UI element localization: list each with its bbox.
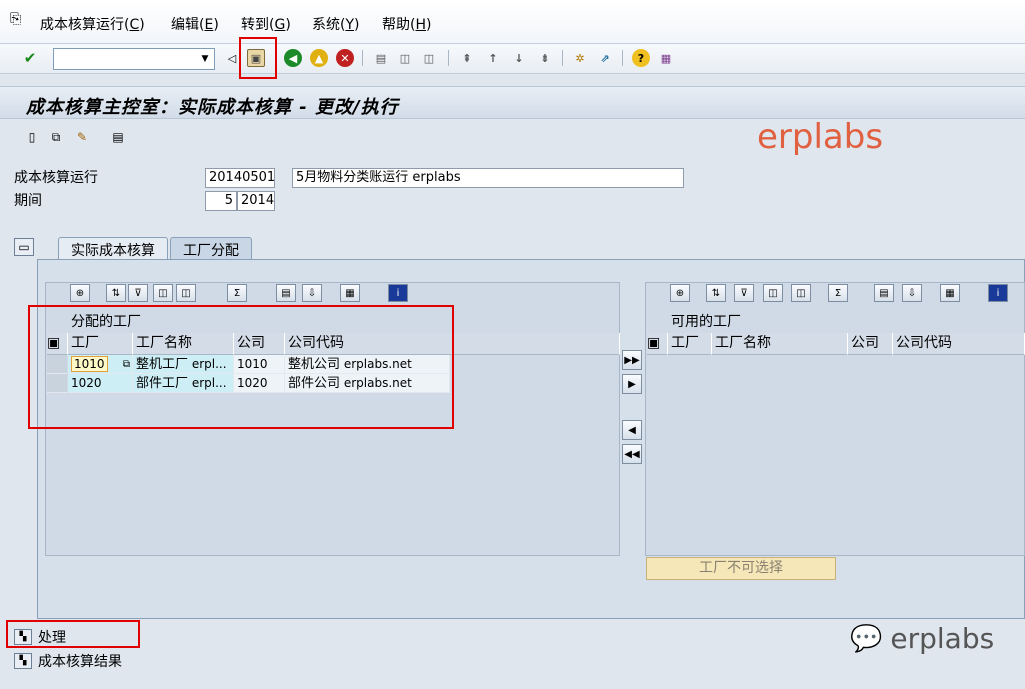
print-icon[interactable]: ▤ — [372, 49, 390, 67]
enter-icon[interactable]: ✔ — [21, 49, 39, 67]
sort-icon[interactable]: ⇅ — [706, 284, 726, 302]
move-right-icon[interactable]: ▶ — [622, 374, 642, 394]
display-icon[interactable]: ▤ — [110, 129, 126, 145]
col-plant[interactable]: 工厂 — [668, 333, 712, 355]
separator — [622, 50, 623, 66]
last-page-icon[interactable]: ⇟ — [536, 49, 554, 67]
print-icon[interactable]: ▤ — [276, 284, 296, 302]
move-all-left-icon[interactable]: ◀◀ — [622, 444, 642, 464]
page-title: 成本核算主控室：实际成本核算 - 更改/执行 — [26, 97, 399, 118]
highlight-save — [239, 37, 277, 79]
move-all-right-icon[interactable]: ▶▶ — [622, 350, 642, 370]
export-icon[interactable]: ⇩ — [902, 284, 922, 302]
menu-item-goto[interactable]: 转到(G) — [241, 14, 291, 34]
filter-icon[interactable]: ⊽ — [128, 284, 148, 302]
create-icon[interactable]: ▯ — [24, 129, 40, 145]
standard-toolbar: ✔ ▼ ◁ ▣ ◀ ▲ ✕ ▤ ◫ ◫ ⇞ ↑ ↓ ⇟ ✲ ⇗ ? ▦ — [0, 44, 1025, 74]
separator — [562, 50, 563, 66]
move-left-icon[interactable]: ◀ — [622, 420, 642, 440]
next-page-icon[interactable]: ↓ — [510, 49, 528, 67]
period-label: 期间 — [14, 193, 42, 209]
find-next-icon[interactable]: ◫ — [420, 49, 438, 67]
details-icon[interactable]: ⊕ — [670, 284, 690, 302]
tab-list-icon[interactable]: ▭ — [14, 238, 34, 256]
menu-item-help[interactable]: 帮助(H) — [382, 14, 431, 34]
find-icon[interactable]: ◫ — [763, 284, 783, 302]
separator — [362, 50, 363, 66]
command-field[interactable]: ▼ — [53, 48, 215, 70]
highlight-process — [6, 620, 140, 648]
sort-icon[interactable]: ⇅ — [106, 284, 126, 302]
cancel-icon[interactable]: ✕ — [336, 49, 354, 67]
costing-run-field[interactable]: 20140501 — [205, 168, 275, 188]
shortcut-icon[interactable]: ⇗ — [596, 49, 614, 67]
exit-icon[interactable]: ▲ — [310, 49, 328, 67]
costing-results-item[interactable]: ▚ 成本核算结果 — [14, 651, 122, 671]
first-page-icon[interactable]: ⇞ — [458, 49, 476, 67]
menu-item-costing-run[interactable]: 成本核算运行(C) — [40, 14, 145, 34]
system-menu-icon[interactable]: ⎘ — [10, 11, 21, 27]
col-plant-name[interactable]: 工厂名称 — [712, 333, 848, 355]
costing-run-label: 成本核算运行 — [14, 170, 98, 186]
menu-item-edit[interactable]: 编辑(E) — [171, 14, 219, 34]
watermark-text: erplabs — [890, 622, 995, 655]
plant-not-selectable-button[interactable]: 工厂不可选择 — [646, 557, 836, 580]
change-icon[interactable]: ✎ — [74, 129, 90, 145]
sum-icon[interactable]: Σ — [828, 284, 848, 302]
chevron-down-icon[interactable]: ▼ — [197, 50, 213, 68]
layout-icon[interactable]: ▦ — [340, 284, 360, 302]
copy-icon[interactable]: ⧉ — [48, 129, 64, 145]
find-icon[interactable]: ◫ — [153, 284, 173, 302]
col-company[interactable]: 公司 — [848, 333, 893, 355]
new-session-icon[interactable]: ✲ — [571, 49, 589, 67]
costing-results-label: 成本核算结果 — [38, 654, 122, 670]
sum-icon[interactable]: Σ — [227, 284, 247, 302]
details-icon[interactable]: ⊕ — [70, 284, 90, 302]
col-company-code[interactable]: 公司代码 — [893, 333, 1025, 355]
find-icon[interactable]: ◫ — [396, 49, 414, 67]
menu-bar: ⎘ 成本核算运行(C) 编辑(E) 转到(G) 系统(Y) 帮助(H) — [0, 0, 1025, 44]
find-next-icon[interactable]: ◫ — [791, 284, 811, 302]
separator — [448, 50, 449, 66]
select-all-icon[interactable]: ▣ — [647, 333, 668, 355]
highlight-assigned — [28, 305, 454, 429]
available-grid-title: 可用的工厂 — [671, 314, 741, 330]
watermark-bottom: 💬 erplabs — [850, 622, 994, 655]
tree-node-icon: ▚ — [14, 653, 32, 669]
info-icon[interactable]: i — [388, 284, 408, 302]
find-next-icon[interactable]: ◫ — [176, 284, 196, 302]
tab-plant-assignment[interactable]: 工厂分配 — [170, 237, 252, 260]
menu-item-system[interactable]: 系统(Y) — [312, 14, 360, 34]
filter-icon[interactable]: ⊽ — [734, 284, 754, 302]
prev-page-icon[interactable]: ↑ — [484, 49, 502, 67]
layout-icon[interactable]: ▦ — [940, 284, 960, 302]
watermark: erplabs — [757, 117, 884, 157]
title-bar: 成本核算主控室：实际成本核算 - 更改/执行 — [0, 86, 1025, 119]
print-icon[interactable]: ▤ — [874, 284, 894, 302]
tab-actual-costing[interactable]: 实际成本核算 — [58, 237, 168, 260]
back-icon[interactable]: ◀ — [284, 49, 302, 67]
info-icon[interactable]: i — [988, 284, 1008, 302]
costing-run-description[interactable]: 5月物料分类账运行 erplabs — [292, 168, 684, 188]
wechat-icon: 💬 — [850, 623, 883, 654]
export-icon[interactable]: ⇩ — [302, 284, 322, 302]
fiscal-year-field[interactable]: 2014 — [237, 191, 275, 211]
help-icon[interactable]: ? — [632, 49, 650, 67]
period-field[interactable]: 5 — [205, 191, 237, 211]
layout-icon[interactable]: ▦ — [657, 49, 675, 67]
